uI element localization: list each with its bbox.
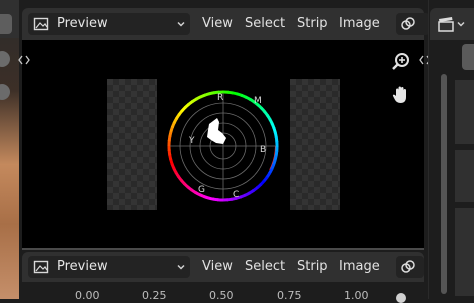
menu-image[interactable]: Image — [339, 13, 380, 35]
scope-label-b: B — [260, 145, 266, 155]
vectorscope: R M Y B G C — [165, 88, 281, 204]
menu-select-bottom[interactable]: Select — [245, 256, 285, 278]
ruler-tick: 0.00 — [75, 289, 100, 302]
view-mode-dropdown-bottom[interactable]: Preview — [28, 256, 190, 278]
chevron-down-icon — [176, 262, 186, 272]
right-panel-collapse[interactable] — [462, 44, 474, 70]
scope-label-m: M — [254, 96, 262, 106]
overlay-link-icon — [400, 259, 416, 275]
overlay-dropdown[interactable] — [396, 13, 430, 35]
menu-strip[interactable]: Strip — [297, 13, 328, 35]
right-panel-block-2 — [455, 150, 474, 202]
ruler-tick: 0.75 — [277, 289, 302, 302]
ruler-tick: 1.00 — [344, 289, 369, 302]
clapperboard-icon[interactable] — [437, 15, 455, 33]
view-mode-label-bottom: Preview — [57, 256, 108, 278]
right-panel-scrollbar[interactable] — [441, 74, 447, 294]
chevron-down-icon — [176, 19, 186, 29]
menu-view-bottom[interactable]: View — [202, 256, 233, 278]
preview-header-bottom: Preview View Select Strip Image — [22, 252, 424, 282]
right-panel-block-1 — [455, 80, 474, 144]
left-panel-button[interactable] — [0, 14, 12, 34]
ruler-knob[interactable] — [396, 293, 406, 303]
overlay-dropdown-bottom[interactable] — [396, 256, 424, 278]
scope-label-y: Y — [188, 136, 195, 146]
image-editor-icon — [33, 16, 49, 32]
hand-pan-icon[interactable] — [390, 84, 412, 106]
menu-strip-bottom[interactable]: Strip — [297, 256, 328, 278]
view-mode-dropdown[interactable]: Preview — [28, 13, 190, 35]
left-panel — [0, 0, 19, 299]
preview-header-top: Preview View Select Strip Image — [22, 8, 424, 40]
ruler-tick: 0.50 — [209, 289, 234, 302]
overlay-link-icon — [400, 16, 416, 32]
zoom-in-icon[interactable] — [390, 51, 412, 73]
view-mode-label: Preview — [57, 13, 108, 35]
viewport-border-bottom — [22, 248, 424, 250]
menu-view[interactable]: View — [202, 13, 233, 35]
scope-label-c: C — [233, 190, 239, 200]
scope-label-r: R — [217, 93, 223, 103]
right-panel-block-3 — [455, 208, 474, 296]
menu-select[interactable]: Select — [245, 13, 285, 35]
image-editor-icon — [33, 259, 49, 275]
area-arrows-icon-left[interactable] — [18, 54, 30, 66]
menu-image-bottom[interactable]: Image — [339, 256, 380, 278]
scope-label-g: G — [198, 185, 205, 195]
transparent-frame-left — [107, 79, 157, 210]
ruler-tick: 0.25 — [142, 289, 167, 302]
transparent-frame-right — [290, 79, 340, 210]
chevron-down-icon — [456, 19, 466, 29]
